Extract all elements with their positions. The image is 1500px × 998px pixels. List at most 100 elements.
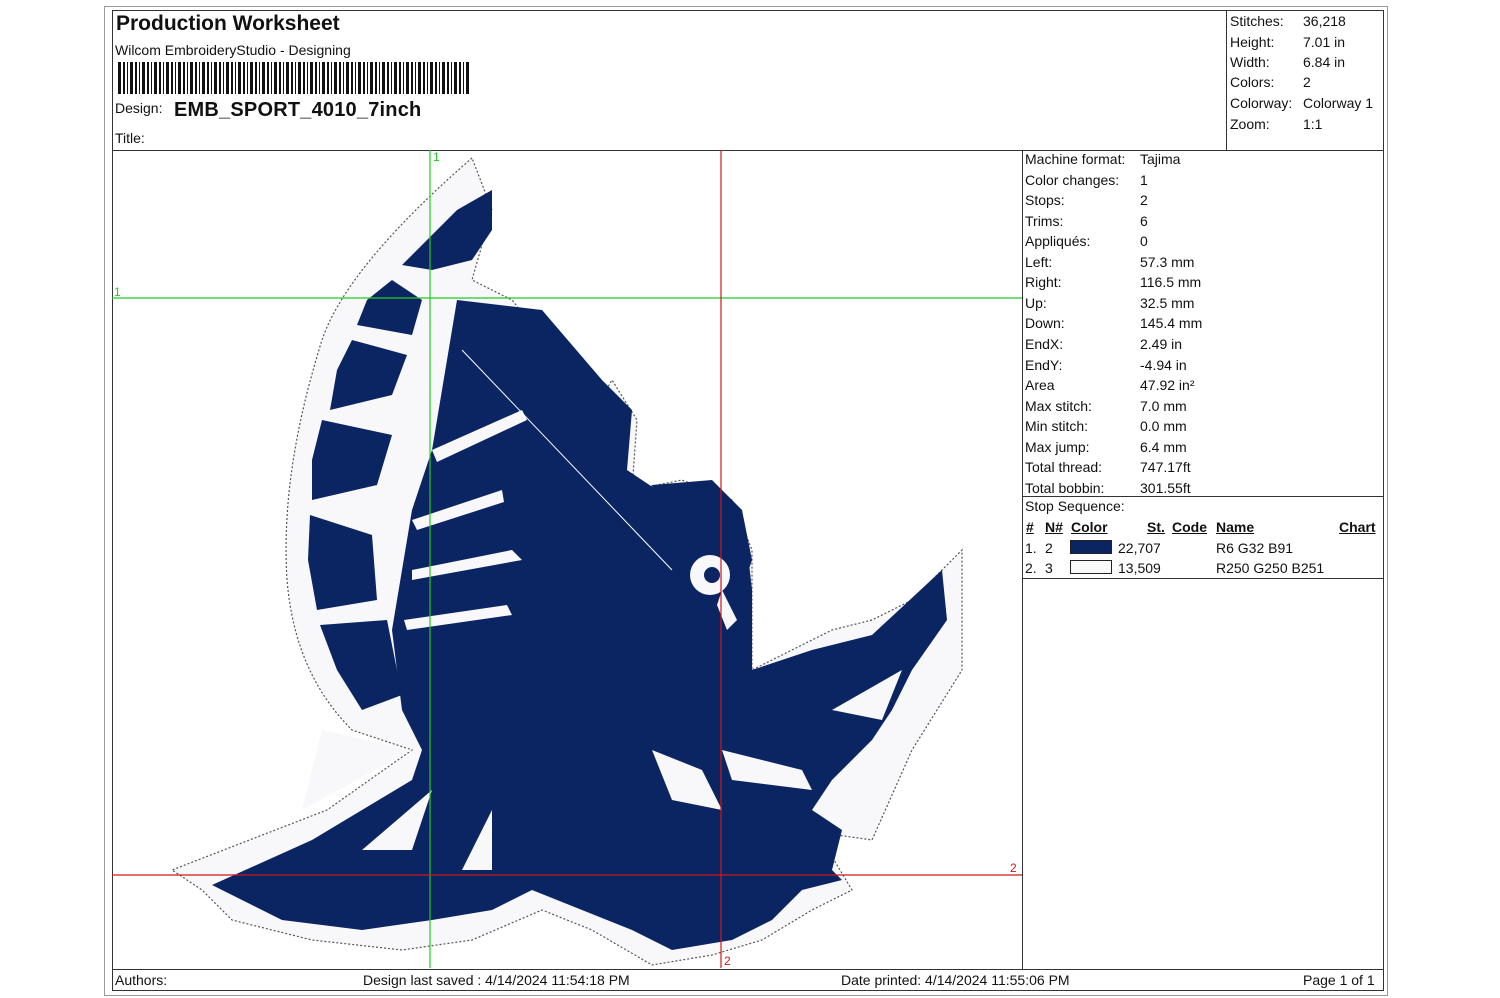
barcode-bar (151, 62, 152, 94)
barcode-bar (223, 62, 224, 94)
barcode-bar (315, 62, 317, 94)
machine-info-key: Max jump: (1025, 438, 1090, 455)
machine-info-value: 2 (1140, 192, 1148, 209)
barcode-bar (387, 62, 389, 94)
barcode-bar (375, 62, 377, 94)
last-saved: Design last saved : 4/14/2024 11:54:18 P… (363, 972, 630, 988)
barcode-bar (214, 62, 217, 94)
barcode-bar (130, 62, 133, 94)
title-label: Title: (115, 130, 145, 146)
summary-key: Zoom: (1230, 116, 1270, 132)
row-stitches: 13,509 (1118, 560, 1161, 576)
barcode-bar (430, 62, 433, 94)
summary-value: 7.01 in (1303, 34, 1346, 50)
software-name: Wilcom EmbroideryStudio - Designing (115, 42, 351, 58)
barcode-bar (271, 62, 272, 94)
machine-info-value: -4.94 in (1140, 356, 1187, 373)
authors-label: Authors: (115, 972, 168, 988)
barcode-bar (279, 62, 281, 94)
summary-key: Width: (1230, 54, 1270, 70)
barcode-bar (454, 62, 457, 94)
barcode-bar (394, 62, 397, 94)
machine-info-value: Tajima (1140, 151, 1181, 167)
summary-key: Stitches: (1230, 13, 1284, 29)
barcode-bar (427, 62, 428, 94)
barcode-bar (379, 62, 380, 94)
barcode-bar (319, 62, 320, 94)
barcode-bar (466, 62, 469, 94)
machine-info-value: 6 (1140, 212, 1148, 229)
col-code: Code (1172, 519, 1207, 535)
marker-red-v: 2 (724, 954, 731, 968)
col-stitches: St. (1147, 519, 1165, 535)
barcode-bar (307, 62, 308, 94)
machine-info-key: Right: (1025, 274, 1062, 291)
barcode-bar (358, 62, 361, 94)
barcode-bar (238, 62, 241, 94)
row-name: R6 G32 B91 (1216, 540, 1294, 556)
barcode-bar (339, 62, 341, 94)
barcode-bar (367, 62, 368, 94)
barcode-bar (447, 62, 449, 94)
barcode-bar (123, 62, 125, 94)
barcode-bar (370, 62, 373, 94)
row-number: 2. (1025, 560, 1037, 576)
barcode-bar (267, 62, 269, 94)
col-name: Name (1216, 519, 1255, 535)
summary-key: Colorway: (1230, 95, 1293, 111)
machine-info-value: 145.4 mm (1140, 315, 1203, 332)
design-label: Design: (115, 100, 163, 116)
barcode-bar (127, 62, 128, 94)
barcode-bar (415, 62, 416, 94)
summary-value: 1:1 (1303, 116, 1323, 132)
machine-info-key: Total bobbin: (1025, 479, 1105, 496)
machine-info-value: 1 (1140, 171, 1148, 188)
marker-green-v: 1 (433, 150, 440, 164)
barcode-bar (442, 62, 445, 94)
barcode-bar (355, 62, 356, 94)
barcode-bar (382, 62, 385, 94)
barcode-bar (255, 62, 257, 94)
row-name: R250 G250 B251 (1216, 560, 1325, 576)
page-title: Production Worksheet (116, 12, 340, 35)
barcode-bar (435, 62, 437, 94)
row-needle: 3 (1045, 560, 1053, 576)
barcode-bar (262, 62, 265, 94)
barcode-bar (166, 62, 169, 94)
barcode-bar (363, 62, 365, 94)
blank-panel (1022, 578, 1384, 970)
marker-red-h: 2 (1010, 861, 1017, 875)
barcode-bar (399, 62, 401, 94)
summary-value: 6.84 in (1303, 54, 1346, 70)
machine-info-key: EndY: (1025, 356, 1063, 373)
barcode-bar (195, 62, 197, 94)
barcode-bar (171, 62, 173, 94)
barcode-bar (243, 62, 245, 94)
barcode-bar (199, 62, 200, 94)
barcode-bar (334, 62, 337, 94)
summary-value: 2 (1303, 74, 1311, 90)
machine-info-value: 0.0 mm (1140, 418, 1187, 435)
machine-info-value: 116.5 mm (1140, 274, 1202, 291)
barcode-bar (459, 62, 461, 94)
summary-key: Colors: (1230, 74, 1275, 90)
barcode-bar (178, 62, 181, 94)
design-name: EMB_SPORT_4010_7inch (174, 99, 422, 121)
col-color: Color (1071, 519, 1108, 535)
barcode-icon (118, 62, 469, 94)
barcode-bar (190, 62, 193, 94)
stop-sequence-label: Stop Sequence: (1025, 498, 1125, 514)
barcode-bar (135, 62, 137, 94)
barcode-bar (322, 62, 325, 94)
machine-info-value: 301.55ft (1140, 479, 1191, 496)
barcode-bar (231, 62, 233, 94)
machine-info-value: 0 (1140, 233, 1148, 250)
barcode-bar (406, 62, 409, 94)
barcode-bar (163, 62, 164, 94)
summary-value: Colorway 1 (1303, 95, 1374, 111)
machine-info-key: Appliqués: (1025, 233, 1091, 250)
row-number: 1. (1025, 540, 1037, 556)
design-preview: 1 1 2 2 (112, 150, 1022, 968)
barcode-bar (250, 62, 253, 94)
color-swatch (1070, 540, 1112, 554)
